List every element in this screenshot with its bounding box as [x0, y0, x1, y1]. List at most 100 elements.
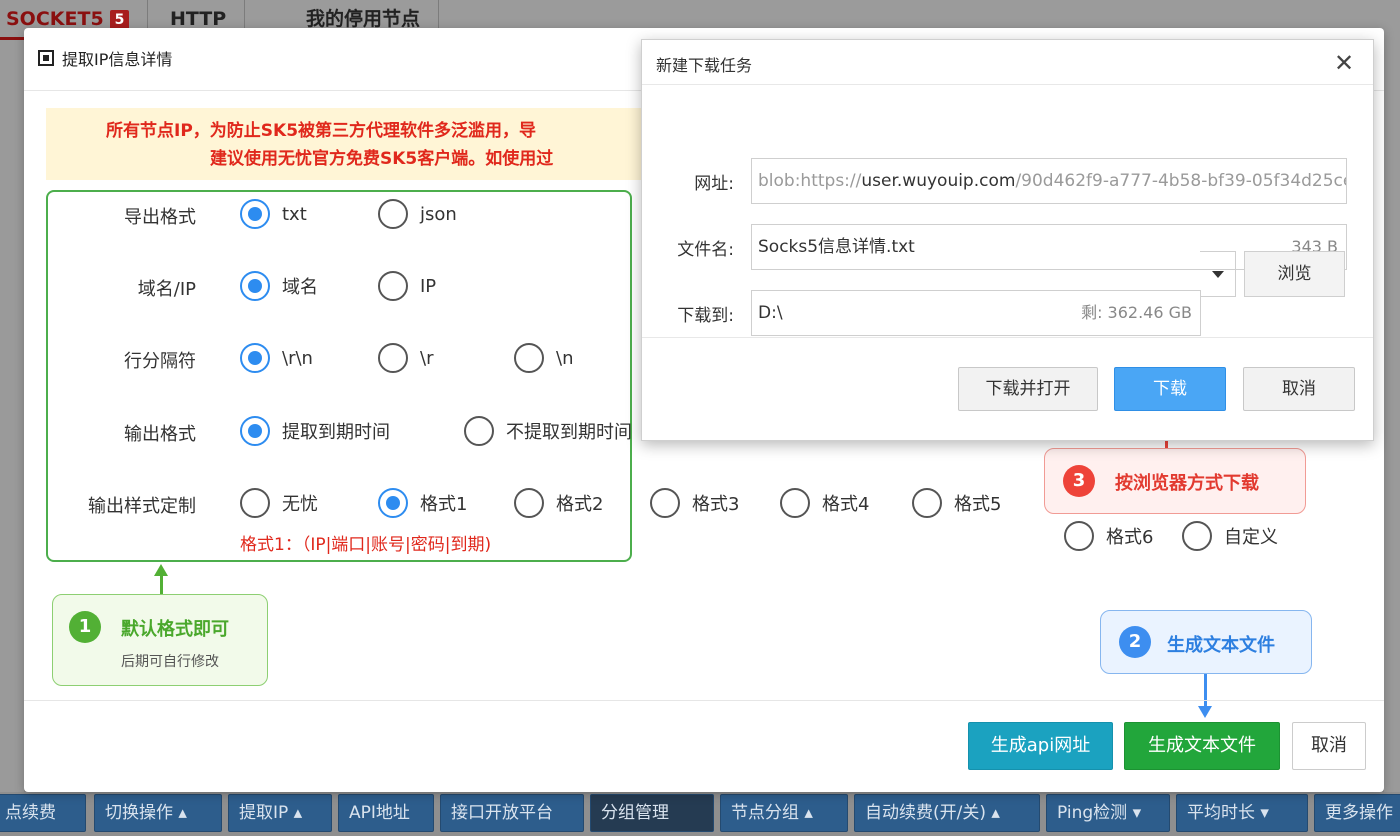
callout-1-title: 默认格式即可: [121, 619, 229, 640]
radio-indicator: [378, 271, 408, 301]
modal-footer-divider: [24, 700, 1384, 701]
save-to-dropdown-button[interactable]: [1200, 251, 1236, 297]
bg-group-manage-button[interactable]: 分组管理: [590, 794, 714, 832]
url-rest: /90d462f9-a777-4b58-bf39-05f34d25ce: [1015, 171, 1347, 191]
radio-indicator: [1064, 521, 1094, 551]
bg-api-address-button[interactable]: API地址: [338, 794, 434, 832]
bg-avg-time-button[interactable]: 平均时长 ▾: [1176, 794, 1308, 832]
radio-indicator: [378, 199, 408, 229]
domain-ip-label: 域名/IP: [137, 279, 196, 300]
download-and-open-button[interactable]: 下载并打开: [958, 367, 1098, 411]
radio-indicator: [912, 488, 942, 518]
radio-label: 格式4: [822, 494, 870, 515]
url-label: 网址:: [694, 174, 734, 194]
radio-indicator: [240, 199, 270, 229]
tab-socket5-label: SOCKET5: [6, 8, 104, 30]
filename-value: Socks5信息详情.txt: [758, 237, 915, 257]
radio-indicator: [240, 416, 270, 446]
bg-renew-button[interactable]: 点续费: [0, 794, 86, 832]
download-cancel-button[interactable]: 取消: [1243, 367, 1355, 411]
close-icon[interactable]: ✕: [1329, 48, 1359, 78]
radio-indicator: [240, 488, 270, 518]
format-note: 格式1：（IP|端口|账号|密码|到期): [240, 535, 492, 555]
filename-label: 文件名:: [677, 240, 734, 260]
modal-cancel-button[interactable]: 取消: [1292, 722, 1366, 770]
radio-label: \r: [420, 347, 434, 369]
free-space-value: 剩: 362.46 GB: [1081, 303, 1192, 322]
radio-label: IP: [420, 275, 437, 297]
generate-api-url-button[interactable]: 生成api网址: [968, 722, 1113, 770]
radio-indicator: [240, 343, 270, 373]
url-field[interactable]: blob:https://user.wuyouip.com/90d462f9-a…: [751, 158, 1347, 204]
bg-auto-renew-button[interactable]: 自动续费(开/关) ▴: [854, 794, 1040, 832]
radio-label: 格式5: [954, 494, 1002, 515]
save-to-field[interactable]: D:\ 剩: 362.46 GB: [751, 290, 1201, 336]
radio-style-wuyou[interactable]: 无忧: [240, 488, 318, 518]
tab-socket5-badge: 5: [109, 9, 130, 30]
window-icon: [38, 50, 54, 66]
bg-ping-button[interactable]: Ping检测 ▾: [1046, 794, 1170, 832]
radio-style-custom[interactable]: 自定义: [1182, 521, 1278, 551]
bg-extract-ip-button[interactable]: 提取IP ▴: [228, 794, 332, 832]
radio-ip[interactable]: IP: [378, 271, 436, 301]
radio-style-format4[interactable]: 格式4: [780, 488, 869, 518]
warning-line-1: 所有节点IP，为防止SK5被第三方代理软件多泛滥用，导: [106, 121, 537, 141]
radio-style-format5[interactable]: 格式5: [912, 488, 1001, 518]
radio-label: 自定义: [1224, 527, 1278, 548]
radio-cr[interactable]: \r: [378, 343, 433, 373]
radio-json[interactable]: json: [378, 199, 457, 229]
callout-2-title: 生成文本文件: [1167, 635, 1275, 656]
background-right-strip: [1384, 40, 1400, 792]
radio-label: 格式6: [1106, 527, 1154, 548]
output-style-label: 输出样式定制: [88, 496, 196, 517]
download-button[interactable]: 下载: [1114, 367, 1226, 411]
download-dialog-body: 网址: blob:https://user.wuyouip.com/90d462…: [642, 85, 1373, 337]
radio-label: 提取到期时间: [282, 422, 390, 443]
radio-indicator: [514, 488, 544, 518]
warning-banner: 所有节点IP，为防止SK5被第三方代理软件多泛滥用，导 建议使用无忧官方免费SK…: [46, 108, 666, 180]
generate-text-file-button[interactable]: 生成文本文件: [1124, 722, 1280, 770]
new-download-dialog: 新建下载任务 ✕ 网址: blob:https://user.wuyouip.c…: [641, 39, 1374, 441]
bg-open-platform-button[interactable]: 接口开放平台: [440, 794, 584, 832]
bg-more-button[interactable]: 更多操作: [1314, 794, 1400, 832]
browse-button[interactable]: 浏览: [1244, 251, 1345, 297]
radio-style-format1[interactable]: 格式1: [378, 488, 467, 518]
radio-lf[interactable]: \n: [514, 343, 573, 373]
bg-switch-button[interactable]: 切换操作 ▴: [94, 794, 222, 832]
radio-style-format6[interactable]: 格式6: [1064, 521, 1153, 551]
radio-label: txt: [282, 203, 307, 225]
radio-label: 不提取到期时间: [506, 422, 632, 443]
radio-indicator: [780, 488, 810, 518]
bg-node-group-button[interactable]: 节点分组 ▴: [720, 794, 848, 832]
radio-domain[interactable]: 域名: [240, 271, 318, 301]
callout-browser-download: 3 按浏览器方式下载: [1044, 448, 1306, 514]
radio-with-expiry[interactable]: 提取到期时间: [240, 416, 390, 446]
download-dialog-footer-divider: [642, 337, 1373, 338]
radio-indicator: [514, 343, 544, 373]
url-prefix: blob:https://: [758, 171, 862, 191]
radio-label: 格式1: [420, 494, 468, 515]
modal-title-text: 提取IP信息详情: [62, 50, 173, 69]
radio-label: \n: [556, 347, 574, 369]
radio-without-expiry[interactable]: 不提取到期时间: [464, 416, 632, 446]
modal-title: 提取IP信息详情: [38, 46, 172, 70]
tab-disabled-nodes-label: 我的停用节点: [306, 8, 421, 30]
background-left-strip: [0, 40, 24, 792]
radio-txt[interactable]: txt: [240, 199, 307, 229]
radio-indicator: [378, 488, 408, 518]
radio-crlf[interactable]: \r\n: [240, 343, 313, 373]
download-dialog-title: 新建下载任务: [656, 56, 753, 75]
callout-1-arrow: [160, 574, 163, 594]
tab-http-label: HTTP: [170, 8, 227, 30]
radio-label: json: [420, 203, 457, 225]
callout-2-number: 2: [1119, 626, 1151, 658]
line-separator-label: 行分隔符: [124, 351, 196, 372]
callout-3-number: 3: [1063, 465, 1095, 497]
radio-indicator: [650, 488, 680, 518]
radio-indicator: [240, 271, 270, 301]
callout-1-subtitle: 后期可自行修改: [121, 654, 219, 670]
radio-style-format2[interactable]: 格式2: [514, 488, 603, 518]
radio-style-format3[interactable]: 格式3: [650, 488, 739, 518]
save-to-label: 下载到:: [677, 306, 734, 326]
callout-default-format: 1 默认格式即可 后期可自行修改: [52, 594, 268, 686]
